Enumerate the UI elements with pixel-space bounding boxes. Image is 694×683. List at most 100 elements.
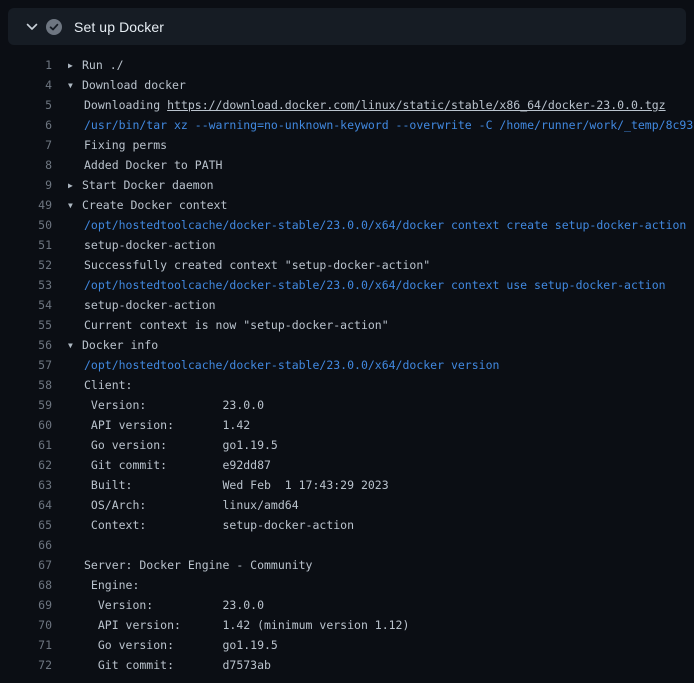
group-title[interactable]: Run ./ [82,58,124,72]
log-text: API version: 1.42 (minimum version 1.12) [84,618,409,632]
log-text: Current context is now "setup-docker-act… [84,318,389,332]
log-line-content: Version: 23.0.0 [68,595,694,615]
log-line-content: /opt/hostedtoolcache/docker-stable/23.0.… [68,275,694,295]
log-command-text: /opt/hostedtoolcache/docker-stable/23.0.… [84,358,499,372]
group-title[interactable]: Create Docker context [82,198,227,212]
log-line-content: Engine: [68,575,694,595]
expand-triangle-icon[interactable]: ▶ [68,176,82,195]
log-line-content: Git commit: e92dd87 [68,455,694,475]
line-number-link[interactable]: 61 [0,435,52,455]
log-line: 1 ▶Run ./ [0,55,694,75]
log-line-content: setup-docker-action [68,295,694,315]
line-number-link[interactable]: 57 [0,355,52,375]
log-line: 68 Engine: [0,575,694,595]
line-number-link[interactable]: 7 [0,135,52,155]
log-line-content: Current context is now "setup-docker-act… [68,315,694,335]
log-line-content: Downloading https://download.docker.com/… [68,95,694,115]
line-number-link[interactable]: 55 [0,315,52,335]
line-number-link[interactable]: 5 [0,95,52,115]
line-number-link[interactable]: 72 [0,655,52,675]
group-title[interactable]: Docker info [82,338,158,352]
line-number-link[interactable]: 51 [0,235,52,255]
log-command-text: /opt/hostedtoolcache/docker-stable/23.0.… [84,278,666,292]
log-line-content: Go version: go1.19.5 [68,635,694,655]
line-number-link[interactable]: 62 [0,455,52,475]
log-text: setup-docker-action [84,298,216,312]
line-number-link[interactable]: 69 [0,595,52,615]
log-line-content: /usr/bin/tar xz --warning=no-unknown-key… [68,115,694,135]
line-number-link[interactable]: 70 [0,615,52,635]
line-number-link[interactable]: 60 [0,415,52,435]
line-number-link[interactable]: 4 [0,75,52,95]
log-line: 9 ▶Start Docker daemon [0,175,694,195]
chevron-down-icon[interactable] [18,8,46,45]
log-line-content: Go version: go1.19.5 [68,435,694,455]
log-line: 51 setup-docker-action [0,235,694,255]
group-title[interactable]: Start Docker daemon [82,178,214,192]
step-header[interactable]: Set up Docker [8,8,686,45]
log-line: 4 ▼Download docker [0,75,694,95]
collapse-triangle-icon[interactable]: ▼ [68,196,82,215]
step-title: Set up Docker [74,20,164,34]
log-line-content: Built: Wed Feb 1 17:43:29 2023 [68,475,694,495]
line-number-link[interactable]: 1 [0,55,52,75]
group-title[interactable]: Download docker [82,78,186,92]
line-number-link[interactable]: 54 [0,295,52,315]
log-line-content: API version: 1.42 (minimum version 1.12) [68,615,694,635]
log-text: Version: 23.0.0 [84,398,264,412]
log-line: 8 Added Docker to PATH [0,155,694,175]
line-number-link[interactable]: 67 [0,555,52,575]
log-text: Git commit: d7573ab [84,658,271,672]
log-text: Successfully created context "setup-dock… [84,258,430,272]
line-number-link[interactable]: 64 [0,495,52,515]
log-line: 59 Version: 23.0.0 [0,395,694,415]
log-text: Engine: [84,578,139,592]
log-line-content: /opt/hostedtoolcache/docker-stable/23.0.… [68,215,694,235]
log-line-content: Client: [68,375,694,395]
log-text: Client: [84,378,132,392]
log-line: 50/opt/hostedtoolcache/docker-stable/23.… [0,215,694,235]
log-line-content: Server: Docker Engine - Community [68,555,694,575]
collapse-triangle-icon[interactable]: ▼ [68,336,82,355]
log-text: Git commit: e92dd87 [84,458,271,472]
line-number-link[interactable]: 65 [0,515,52,535]
log-line: 52 Successfully created context "setup-do… [0,255,694,275]
line-number-link[interactable]: 66 [0,535,52,555]
line-number-link[interactable]: 59 [0,395,52,415]
log-line: 70 API version: 1.42 (minimum version 1.… [0,615,694,635]
log-line: 53/opt/hostedtoolcache/docker-stable/23.… [0,275,694,295]
expand-triangle-icon[interactable]: ▶ [68,56,82,75]
line-number-link[interactable]: 50 [0,215,52,235]
line-number-link[interactable]: 68 [0,575,52,595]
log-line: 57/opt/hostedtoolcache/docker-stable/23.… [0,355,694,375]
log-lines: 1▶Run ./4▼Download docker5Downloading ht… [0,55,694,675]
line-number-link[interactable]: 58 [0,375,52,395]
log-line: 58 Client: [0,375,694,395]
log-line-content [68,535,694,555]
log-line-content: Version: 23.0.0 [68,395,694,415]
line-number-link[interactable]: 52 [0,255,52,275]
log-text: Go version: go1.19.5 [84,638,278,652]
log-line-content: ▼Create Docker context [68,195,694,215]
log-line-content: ▶Start Docker daemon [68,175,694,195]
log-line: 7Fixing perms [0,135,694,155]
log-line-content: ▶Run ./ [68,55,694,75]
log-line: 56 ▼Docker info [0,335,694,355]
log-text: Added Docker to PATH [84,158,222,172]
log-line-content: Added Docker to PATH [68,155,694,175]
log-url-link[interactable]: https://download.docker.com/linux/static… [167,98,666,112]
line-number-link[interactable]: 56 [0,335,52,355]
line-number-link[interactable]: 9 [0,175,52,195]
line-number-link[interactable]: 53 [0,275,52,295]
collapse-triangle-icon[interactable]: ▼ [68,76,82,95]
log-line-content: /opt/hostedtoolcache/docker-stable/23.0.… [68,355,694,375]
line-number-link[interactable]: 49 [0,195,52,215]
log-line-content: Context: setup-docker-action [68,515,694,535]
line-number-link[interactable]: 71 [0,635,52,655]
log-text: Server: Docker Engine - Community [84,558,312,572]
line-number-link[interactable]: 6 [0,115,52,135]
log-line-content: ▼Download docker [68,75,694,95]
line-number-link[interactable]: 63 [0,475,52,495]
log-line-content: setup-docker-action [68,235,694,255]
line-number-link[interactable]: 8 [0,155,52,175]
